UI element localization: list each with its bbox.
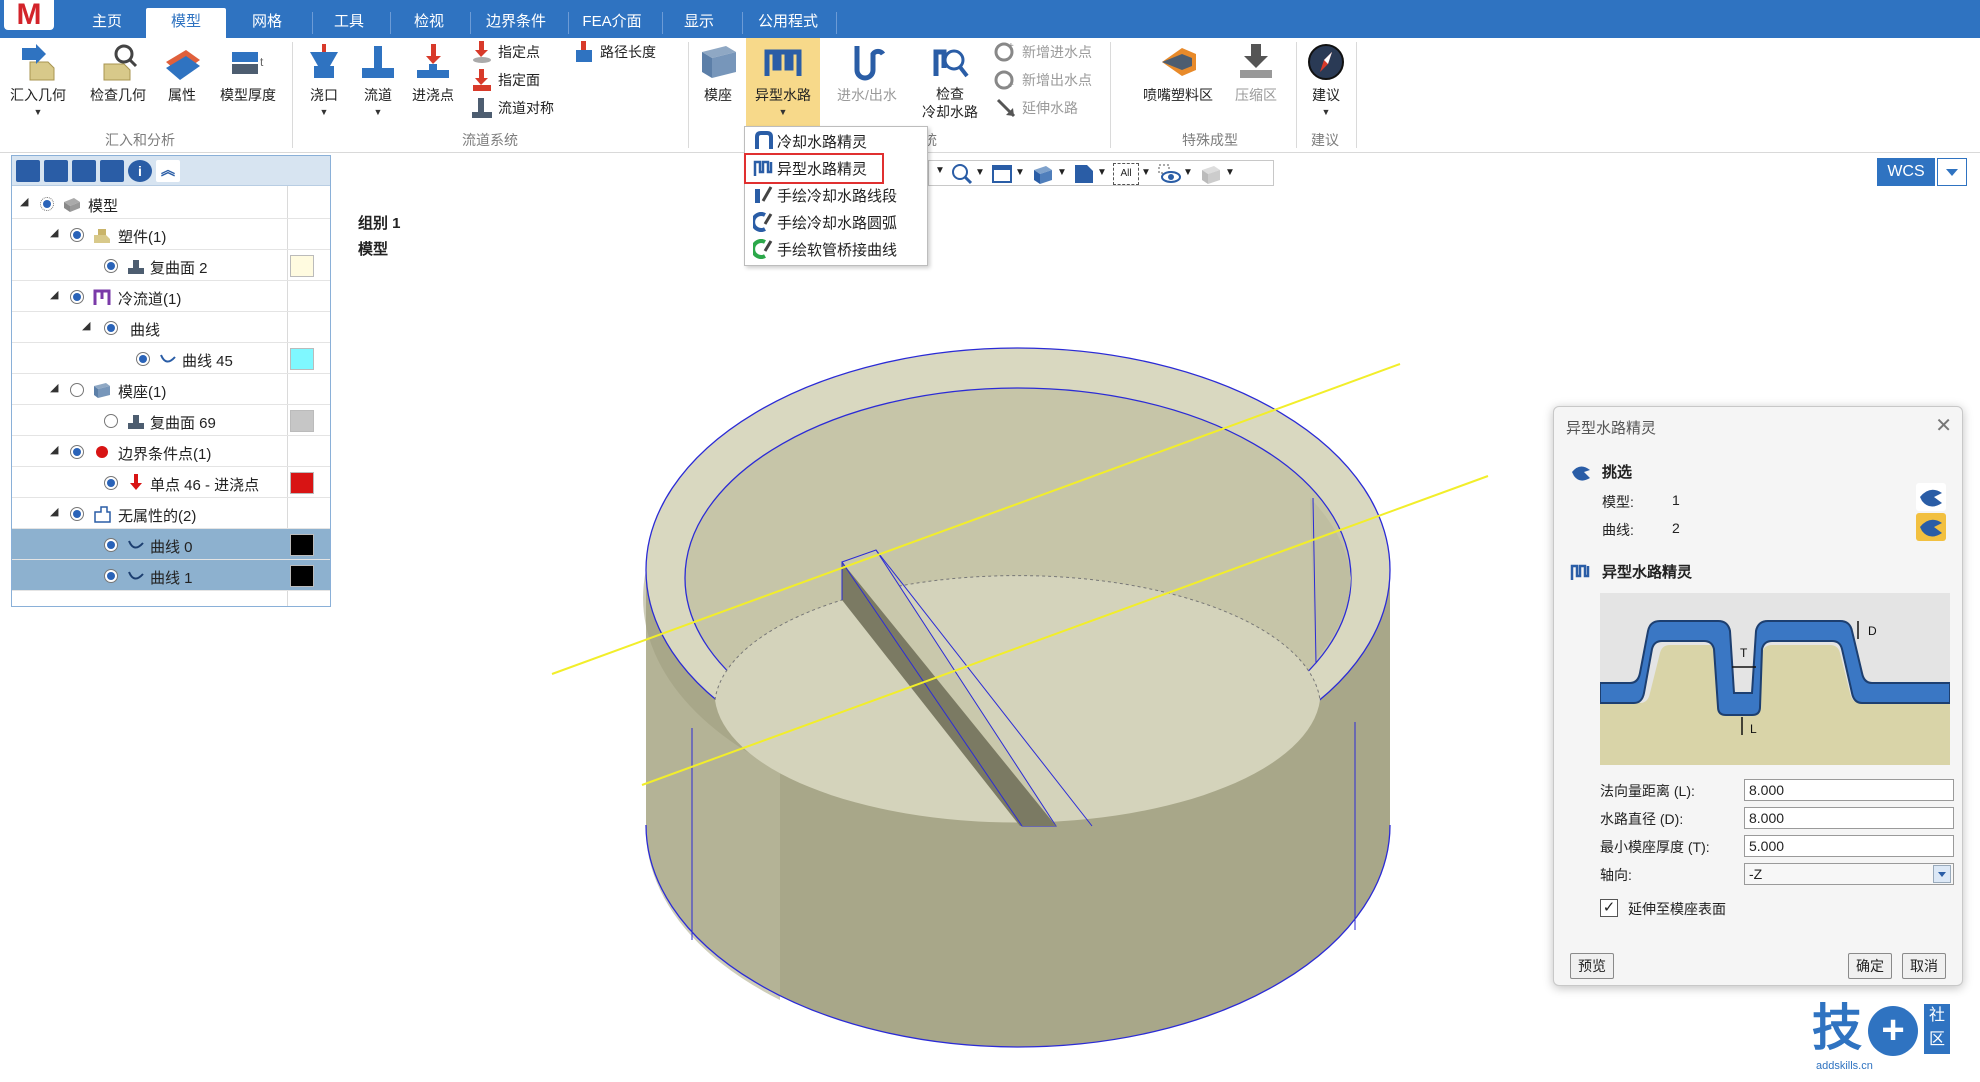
- wizard-section-header: 异型水路精灵: [1570, 561, 1692, 582]
- draw-line-icon: [753, 185, 775, 205]
- channel-diameter-label: 水路直径 (D):: [1600, 811, 1684, 827]
- min-thickness-input[interactable]: 5.000: [1744, 835, 1954, 857]
- community-badge: 社区: [1924, 1004, 1950, 1054]
- model-count: 1: [1672, 492, 1680, 508]
- pick-section: 挑选: [1570, 461, 1632, 482]
- ok-button[interactable]: 确定: [1848, 953, 1892, 979]
- chevron-down-icon[interactable]: [1933, 865, 1951, 883]
- pick-model-button[interactable]: [1916, 483, 1946, 511]
- channel-diagram: T D L: [1600, 593, 1950, 765]
- extend-checkbox-label: 延伸至模座表面: [1628, 901, 1726, 917]
- min-thickness-label: 最小模座厚度 (T):: [1600, 839, 1710, 855]
- curve-count: 2: [1672, 520, 1680, 536]
- menu-item-draw-hose[interactable]: 手绘软管桥接曲线: [751, 237, 897, 261]
- cooling-channel-icon: [753, 131, 775, 151]
- pick-curve-button[interactable]: [1916, 513, 1946, 541]
- watermark-logo: 技 + 社区 addskills.cn: [1812, 1000, 1972, 1080]
- menu-item-draw-line[interactable]: 手绘冷却水路线段: [753, 183, 897, 207]
- menu-item-cooling-wizard[interactable]: 冷却水路精灵: [753, 129, 867, 153]
- preview-button[interactable]: 预览: [1570, 953, 1614, 979]
- conformal-wizard-dialog: 异型水路精灵 ✕ 挑选 模型: 1 曲线: 2 异型水路精灵 T D L 法向量…: [1553, 406, 1963, 986]
- dialog-title: 异型水路精灵: [1566, 420, 1657, 437]
- conformal-cooling-menu: 冷却水路精灵 异型水路精灵 手绘冷却水路线段 手绘冷却水路圆弧 手绘软管桥接曲线: [744, 126, 928, 266]
- curve-label: 曲线:: [1602, 522, 1634, 538]
- normal-distance-label: 法向量距离 (L):: [1600, 783, 1695, 799]
- model-label: 模型:: [1602, 494, 1634, 510]
- cancel-button[interactable]: 取消: [1902, 953, 1946, 979]
- draw-arc-icon: [751, 212, 775, 232]
- normal-distance-input[interactable]: 8.000: [1744, 779, 1954, 801]
- svg-text:D: D: [1868, 624, 1877, 638]
- pick-icon: [1570, 462, 1592, 482]
- svg-text:L: L: [1750, 722, 1757, 736]
- extend-checkbox[interactable]: ✓: [1600, 899, 1618, 917]
- plus-icon: +: [1868, 1006, 1918, 1056]
- axis-select[interactable]: -Z: [1744, 863, 1954, 885]
- menu-item-draw-arc[interactable]: 手绘冷却水路圆弧: [751, 210, 897, 234]
- conformal-channel-icon: [1570, 562, 1592, 582]
- axis-label: 轴向:: [1600, 867, 1632, 883]
- draw-hose-icon: [751, 239, 775, 259]
- svg-text:T: T: [1740, 646, 1748, 660]
- channel-diameter-input[interactable]: 8.000: [1744, 807, 1954, 829]
- highlight-box: [744, 153, 884, 184]
- close-icon[interactable]: ✕: [1935, 413, 1952, 438]
